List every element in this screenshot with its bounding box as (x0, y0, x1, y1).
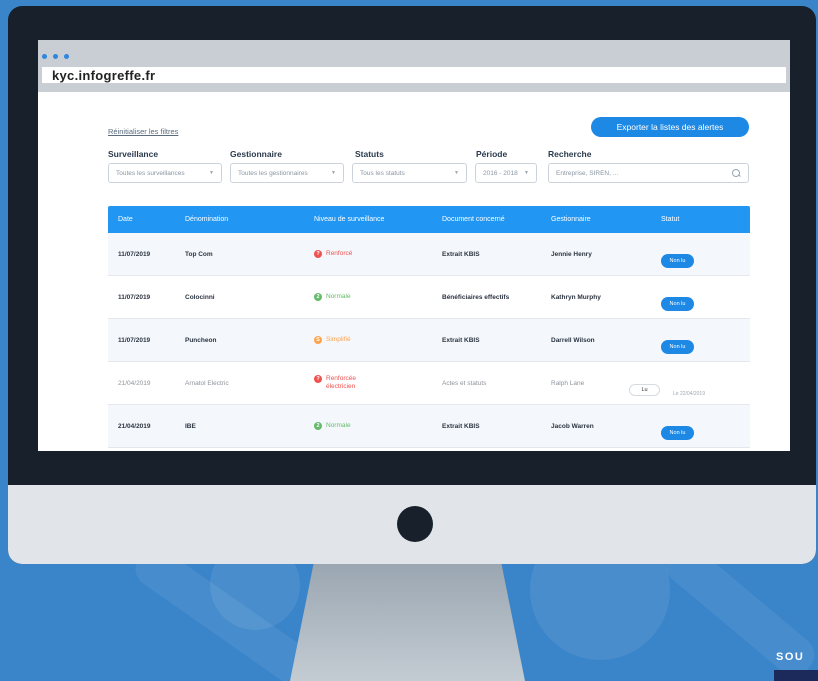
search-input[interactable]: Entreprise, SIREN, ... (548, 163, 749, 183)
cell-date: 11/07/2019 (118, 250, 151, 258)
cell-niveau: S Simplifié (314, 336, 351, 344)
level-renforce-icon: ? (314, 250, 322, 258)
filter-label-gestionnaire: Gestionnaire (230, 149, 282, 159)
cell-niveau: ? Renforcé (314, 250, 352, 258)
header-niveau[interactable]: Niveau de surveillance (314, 216, 384, 223)
cell-gestionnaire: Jacob Warren (551, 422, 594, 430)
status-label: Non lu (661, 254, 694, 268)
header-date[interactable]: Date (118, 216, 133, 223)
level-renforce-icon: ? (314, 375, 322, 384)
cell-denomination: Arnatol Electric (185, 379, 229, 387)
periode-select[interactable]: 2016 - 2018 ▼ (475, 163, 537, 183)
level-text: Normale (326, 293, 351, 300)
cell-document: Bénéficiaires effectifs (442, 293, 510, 301)
brand-text: SOU (776, 651, 805, 663)
cell-document: Actes et statuts (442, 379, 487, 387)
cell-denomination: Colocinni (185, 293, 215, 301)
gestionnaire-select[interactable]: Toutes les gestionnaires ▼ (230, 163, 344, 183)
cell-date: 21/04/2019 (118, 379, 151, 387)
brand-bar (774, 670, 818, 681)
table-row[interactable]: 11/07/2019 Colocinni 2 Normale Bénéficia… (108, 276, 750, 319)
url-text: kyc.infogreffe.fr (52, 67, 156, 83)
chevron-down-icon: ▼ (454, 170, 459, 176)
level-normale-icon: 2 (314, 293, 322, 301)
level-text: Normale (326, 422, 351, 429)
cell-date: 21/04/2019 (118, 422, 151, 430)
chevron-down-icon: ▼ (331, 170, 336, 176)
cell-denomination: Top Com (185, 250, 213, 258)
table-header: Date Dénomination Niveau de surveillance… (108, 206, 750, 233)
monitor-stand (290, 564, 525, 681)
monitor-button (397, 506, 433, 542)
filter-label-surveillance: Surveillance (108, 149, 159, 159)
level-simplifie-icon: S (314, 336, 322, 344)
header-document[interactable]: Document concerné (442, 216, 505, 223)
cell-gestionnaire: Kathryn Murphy (551, 293, 601, 301)
url-bar[interactable]: kyc.infogreffe.fr (42, 67, 786, 83)
table-row[interactable]: 21/04/2019 IBE 2 Normale Extrait KBIS Ja… (108, 405, 750, 448)
chevron-down-icon: ▼ (209, 170, 214, 176)
search-icon[interactable] (732, 168, 741, 178)
search-placeholder: Entreprise, SIREN, ... (556, 169, 619, 177)
statuts-value: Tous les statuts (360, 169, 405, 177)
header-denomination[interactable]: Dénomination (185, 216, 228, 223)
filter-label-recherche: Recherche (548, 149, 592, 159)
chevron-down-icon: ▼ (524, 170, 529, 176)
status-label: Non lu (661, 426, 694, 440)
statuts-select[interactable]: Tous les statuts ▼ (352, 163, 467, 183)
cell-niveau: 2 Normale (314, 422, 351, 430)
browser-bar: kyc.infogreffe.fr (38, 40, 790, 92)
cell-document: Extrait KBIS (442, 422, 480, 430)
surveillance-select[interactable]: Toutes les surveillances ▼ (108, 163, 222, 183)
window-dot-icon[interactable] (64, 54, 69, 59)
table-row[interactable]: 21/04/2019 Arnatol Electric ? Renforcée … (108, 362, 750, 405)
level-text: Simplifié (326, 336, 351, 343)
cell-document: Extrait KBIS (442, 250, 480, 258)
cell-date: 11/07/2019 (118, 336, 151, 344)
header-statut[interactable]: Statut (661, 216, 679, 223)
alerts-table: Date Dénomination Niveau de surveillance… (108, 206, 750, 448)
cell-niveau: 2 Normale (314, 293, 351, 301)
level-normale-icon: 2 (314, 422, 322, 430)
cell-denomination: Puncheon (185, 336, 217, 344)
window-dot-icon[interactable] (42, 54, 47, 59)
cell-gestionnaire: Ralph Lane (551, 379, 585, 387)
filter-label-periode: Période (476, 149, 508, 159)
cell-date: 11/07/2019 (118, 293, 151, 301)
table-row[interactable]: 11/07/2019 Top Com ? Renforcé Extrait KB… (108, 233, 750, 276)
status-label: Lu (629, 384, 660, 396)
cell-denomination: IBE (185, 422, 196, 430)
browser-window: kyc.infogreffe.fr Réinitialiser les filt… (38, 40, 790, 451)
cell-gestionnaire: Darrell Wilson (551, 336, 595, 344)
gestionnaire-value: Toutes les gestionnaires (238, 169, 308, 177)
window-controls (42, 54, 69, 59)
periode-value: 2016 - 2018 (483, 169, 518, 177)
surveillance-value: Toutes les surveillances (116, 169, 185, 177)
level-text: Renforcé (326, 250, 353, 257)
export-alerts-button[interactable]: Exporter la listes des alertes (591, 117, 749, 137)
header-gestionnaire[interactable]: Gestionnaire (551, 216, 591, 223)
cell-document: Extrait KBIS (442, 336, 480, 344)
table-row[interactable]: 11/07/2019 Puncheon S Simplifié Extrait … (108, 319, 750, 362)
reset-filters-link[interactable]: Réinitialiser les filtres (108, 127, 178, 136)
window-dot-icon[interactable] (53, 54, 58, 59)
level-text: Renforcée électricien (326, 375, 356, 390)
filter-label-statuts: Statuts (355, 149, 384, 159)
status-label: Non lu (661, 297, 694, 311)
status-label: Non lu (661, 340, 694, 354)
read-date: Le 22/04/2019 (673, 391, 705, 397)
cell-niveau: ? Renforcée électricien (314, 375, 366, 391)
cell-gestionnaire: Jennie Henry (551, 250, 592, 258)
